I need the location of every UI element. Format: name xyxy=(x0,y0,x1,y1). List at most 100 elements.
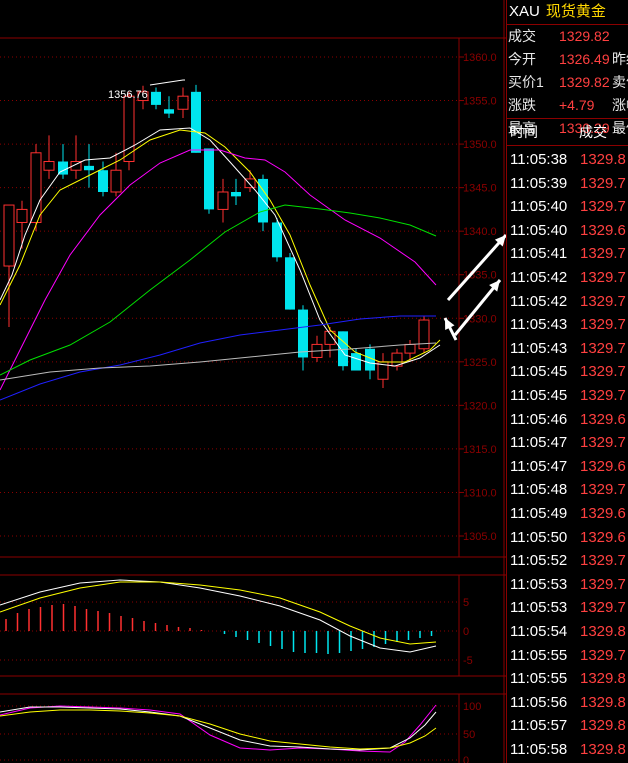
tick-row[interactable]: 11:05:45 1329.7 xyxy=(507,384,628,408)
tick-time: 11:05:40 xyxy=(510,198,568,216)
tick-row[interactable]: 11:05:39 1329.7 xyxy=(507,172,628,196)
tick-row[interactable]: 11:05:53 1329.7 xyxy=(507,596,628,620)
tick-row[interactable]: 11:05:58 1329.8 xyxy=(507,738,628,762)
candle-body-up xyxy=(418,319,430,350)
candle-body-up xyxy=(177,95,189,110)
tick-row[interactable]: 11:05:42 1329.7 xyxy=(507,290,628,314)
candle-body-down xyxy=(204,148,214,210)
tick-price: 1329.7 xyxy=(580,552,626,570)
tick-time: 11:05:45 xyxy=(510,387,568,404)
price-axis-label: 1315.0 xyxy=(463,444,497,456)
kdj-j-line xyxy=(0,704,437,753)
macd-axis-label: 0 xyxy=(463,626,469,638)
tick-row[interactable]: 11:05:53 1329.7 xyxy=(507,573,628,597)
tick-time: 11:05:53 xyxy=(510,575,568,593)
candle-body-down xyxy=(231,191,241,197)
tick-row[interactable]: 11:05:56 1329.8 xyxy=(507,691,628,715)
tick-time: 11:05:43 xyxy=(510,316,568,334)
tick-time: 11:05:43 xyxy=(510,339,568,357)
tick-price: 1329.8 xyxy=(580,717,626,735)
tick-time: 11:05:48 xyxy=(510,481,568,499)
tick-row[interactable]: 11:05:40 1329.6 xyxy=(507,219,628,243)
quote-row: 涨跌 +4.79 涨幅 xyxy=(507,94,628,117)
tick-time: 11:05:55 xyxy=(510,646,568,664)
candle-body-up xyxy=(217,191,229,210)
tick-row[interactable]: 11:05:47 1329.6 xyxy=(507,455,628,479)
kdj-axis-label: 50 xyxy=(463,729,475,741)
tick-price: 1329.8 xyxy=(580,741,626,758)
tick-time: 11:05:57 xyxy=(510,717,568,735)
quote-label: 涨跌 xyxy=(508,97,536,113)
tick-price: 1329.8 xyxy=(580,151,626,168)
tick-row[interactable]: 11:05:48 1329.7 xyxy=(507,478,628,502)
tick-price: 1329.8 xyxy=(580,693,626,711)
tick-row[interactable]: 11:05:57 1329.8 xyxy=(507,714,628,738)
tick-row[interactable]: 11:05:55 1329.8 xyxy=(507,667,628,691)
tick-row[interactable]: 11:05:43 1329.7 xyxy=(507,313,628,337)
tick-time: 11:05:54 xyxy=(510,623,568,640)
tick-price: 1329.6 xyxy=(580,505,626,522)
tick-row[interactable]: 11:05:41 1329.7 xyxy=(507,242,628,266)
tick-time: 11:05:41 xyxy=(510,245,568,263)
quote-label: 今开 xyxy=(508,51,536,67)
quote-extra-label: 昨结 xyxy=(612,51,628,67)
tick-price: 1329.7 xyxy=(580,363,626,381)
price-axis-label: 1345.0 xyxy=(463,183,497,195)
tick-price: 1329.7 xyxy=(580,434,626,452)
price-axis-label: 1355.0 xyxy=(463,96,497,108)
tick-row[interactable]: 11:05:43 1329.7 xyxy=(507,337,628,361)
high-annotation-line xyxy=(149,79,185,86)
tick-time: 11:05:55 xyxy=(510,670,568,688)
tick-row[interactable]: 11:05:46 1329.6 xyxy=(507,408,628,432)
tick-time: 11:05:47 xyxy=(510,434,568,452)
tick-price: 1329.7 xyxy=(580,599,626,617)
candlestick-chart-panel[interactable]: 1360.0 1355.0 1350.0 1345.0 1340.0 1335.0 1330… xyxy=(0,0,506,763)
quote-label: 买价1 xyxy=(508,74,544,90)
quote-extra-label: 卖价 xyxy=(612,74,628,90)
symbol-code: XAU xyxy=(509,3,540,20)
tick-row[interactable]: 11:05:42 1329.7 xyxy=(507,266,628,290)
candle-body-down xyxy=(351,353,361,371)
symbol-name: 现货黄金 xyxy=(545,3,606,20)
chart-canvas[interactable]: 1360.01355.01350.01345.01340.01335.01330… xyxy=(0,0,506,763)
tick-row[interactable]: 11:05:47 1329.7 xyxy=(507,431,628,455)
candle-body-up xyxy=(404,343,416,354)
candle-body-up xyxy=(43,161,55,171)
candle-body-down xyxy=(84,165,94,171)
tick-time: 11:05:46 xyxy=(510,410,568,428)
kdj-axis-label: 100 xyxy=(463,701,481,713)
macd-axis-label: 5 xyxy=(463,597,469,609)
tick-time: 11:05:40 xyxy=(510,221,568,239)
tick-price: 1329.7 xyxy=(580,481,626,499)
tick-row[interactable]: 11:05:45 1329.7 xyxy=(507,360,628,384)
price-axis-label: 1360.0 xyxy=(463,52,497,64)
price-axis-label: 1340.0 xyxy=(463,226,497,238)
tick-price: 1329.7 xyxy=(580,292,626,310)
tick-row[interactable]: 11:05:55 1329.7 xyxy=(507,644,628,668)
tick-row[interactable]: 11:05:50 1329.6 xyxy=(507,526,628,550)
tick-time: 11:05:47 xyxy=(510,457,568,475)
quote-value: 1326.49 xyxy=(559,51,610,67)
tick-time: 11:05:58 xyxy=(510,741,568,758)
tick-row[interactable]: 11:05:38 1329.8 xyxy=(507,148,628,172)
tick-row[interactable]: 11:05:54 1329.8 xyxy=(507,620,628,644)
tick-row[interactable]: 11:05:49 1329.6 xyxy=(507,502,628,526)
candle-body-up xyxy=(30,152,42,223)
candle-body-up xyxy=(3,204,15,267)
tick-time: 11:05:42 xyxy=(510,269,568,286)
price-axis-label: 1325.0 xyxy=(463,357,497,369)
candle-body-down xyxy=(164,109,174,114)
ticks-header-time: 时间 xyxy=(510,124,538,140)
ticks-header-price: 成交 xyxy=(579,124,607,140)
tick-price: 1329.6 xyxy=(580,457,626,475)
tick-price: 1329.7 xyxy=(580,245,626,263)
tick-time: 11:05:39 xyxy=(510,174,568,192)
tick-time: 11:05:38 xyxy=(510,151,568,168)
quote-row: 成交 1329.82 xyxy=(507,25,628,48)
tick-price: 1329.6 xyxy=(580,528,626,546)
symbol-header[interactable]: XAU 现货黄金 xyxy=(507,0,628,25)
tick-price: 1329.7 xyxy=(580,575,626,593)
tick-row[interactable]: 11:05:52 1329.7 xyxy=(507,549,628,573)
tick-row[interactable]: 11:05:40 1329.7 xyxy=(507,195,628,219)
tick-time: 11:05:56 xyxy=(510,693,568,711)
